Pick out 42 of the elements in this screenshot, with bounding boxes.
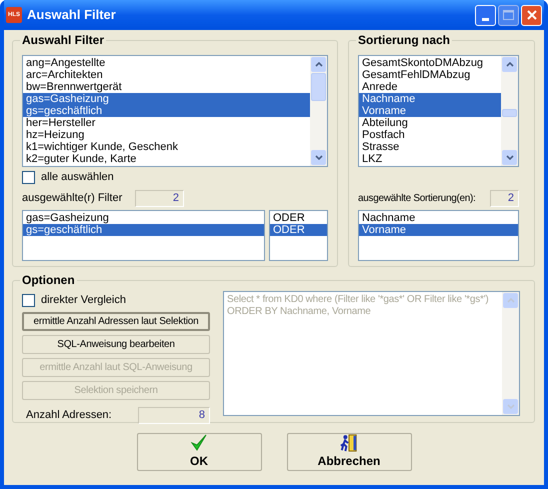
- sql-text-line: ORDER BY Nachname, Vorname: [227, 306, 372, 318]
- action-button[interactable]: SQL-Anweisung bearbeiten: [22, 335, 210, 354]
- sql-text-line: Select * from KD0 where (Filter like '*gas*' OR Filter like '*gs*'): [227, 294, 490, 306]
- list-item[interactable]: k1=wichtiger Kunde, Geschenk: [23, 141, 310, 153]
- list-item[interactable]: Strasse: [359, 141, 501, 153]
- count-field: 8: [138, 407, 210, 424]
- list-item[interactable]: ODER: [270, 224, 327, 236]
- count-field: 2: [135, 190, 184, 206]
- list-item[interactable]: gas=Gasheizung: [23, 93, 310, 105]
- list-item[interactable]: arc=Architekten: [23, 69, 310, 81]
- list-item[interactable]: GesamtFehlDMAbzug: [359, 69, 501, 81]
- group-title: Optionen: [21, 272, 76, 289]
- list-item[interactable]: ang=Angestellte: [23, 57, 310, 69]
- field-label: ausgewählte(r) Filter: [22, 190, 124, 206]
- list-item[interactable]: Abteilung: [359, 117, 501, 129]
- list-item[interactable]: GesamtSkontoDMAbzug: [359, 57, 501, 69]
- list-item[interactable]: gs=geschäftlich: [23, 105, 310, 117]
- action-button[interactable]: ermittle Anzahl Adressen laut Selektion: [22, 312, 210, 331]
- list-item[interactable]: Vorname: [359, 105, 501, 117]
- cancel-button[interactable]: Abbrechen: [286, 433, 412, 471]
- list-item[interactable]: bw=Brennwertgerät: [23, 81, 310, 93]
- list-item[interactable]: gs=geschäftlich: [23, 224, 264, 236]
- list-item[interactable]: Nachname: [359, 212, 518, 224]
- list-item[interactable]: k2=guter Kunde, Karte: [23, 153, 310, 165]
- list-item[interactable]: LKZ: [359, 153, 501, 165]
- checkbox-label: alle auswählen: [41, 170, 114, 185]
- list-item[interactable]: hz=Heizung: [23, 129, 310, 141]
- list-item[interactable]: gas=Gasheizung: [23, 212, 264, 224]
- list-item[interactable]: Vorname: [359, 224, 518, 236]
- group-title: Auswahl Filter: [21, 32, 106, 49]
- checkbox-label: direkter Vergleich: [41, 292, 126, 308]
- field-label: Anzahl Adressen:: [26, 408, 113, 424]
- list-item[interactable]: her=Hersteller: [23, 117, 310, 129]
- window-title: Auswahl Filter: [27, 6, 116, 24]
- ok-button[interactable]: OK: [136, 433, 262, 471]
- group-title: Sortierung nach: [357, 32, 452, 49]
- list-item[interactable]: Postfach: [359, 129, 501, 141]
- list-item[interactable]: Nachname: [359, 93, 501, 105]
- field-label: ausgewählte Sortierung(en):: [358, 192, 476, 206]
- count-field: 2: [490, 190, 519, 206]
- list-item[interactable]: ODER: [270, 212, 327, 224]
- list-item[interactable]: Anrede: [359, 81, 501, 93]
